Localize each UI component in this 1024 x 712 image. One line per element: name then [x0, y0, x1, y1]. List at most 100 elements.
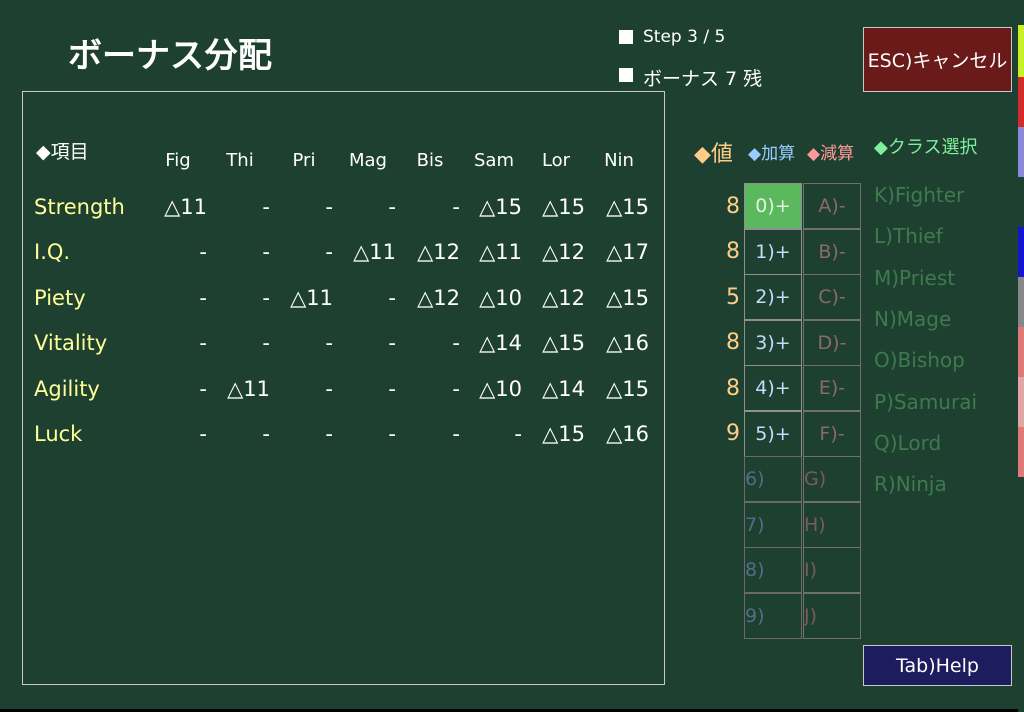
requirement-cell: △12: [417, 286, 460, 310]
subtract-button[interactable]: E)-: [803, 365, 861, 411]
requirement-cell: △15: [606, 286, 649, 310]
add-button[interactable]: 7): [744, 501, 802, 548]
requirement-cell: △12: [417, 240, 460, 264]
edge-strip: [1018, 25, 1024, 77]
requirement-cell: △11: [227, 377, 270, 401]
requirement-cell: △15: [479, 195, 522, 219]
column-header: Thi: [226, 150, 254, 171]
add-button[interactable]: 5)+: [744, 410, 802, 457]
requirement-cell: -: [199, 377, 207, 401]
class-option[interactable]: P)Samurai: [874, 390, 977, 414]
add-button[interactable]: 2)+: [744, 274, 802, 320]
values-header: ◆値: [694, 142, 733, 167]
column-header: Bis: [416, 150, 444, 171]
class-option[interactable]: R)Ninja: [874, 472, 947, 496]
edge-strip: [1018, 227, 1024, 277]
class-option[interactable]: O)Bishop: [874, 348, 965, 372]
cancel-button[interactable]: ESC)キャンセル: [863, 27, 1012, 92]
edge-strip: [1018, 477, 1024, 712]
add-button[interactable]: 6): [744, 456, 802, 502]
requirement-cell: -: [388, 331, 396, 355]
requirement-cell: -: [199, 286, 207, 310]
requirement-cell: △14: [542, 377, 585, 401]
requirement-cell: -: [452, 331, 460, 355]
add-button[interactable]: 1)+: [744, 228, 802, 275]
requirement-cell: -: [325, 240, 333, 264]
requirement-cell: -: [262, 195, 270, 219]
table-header-label: ◆項目: [36, 141, 89, 163]
requirement-cell: △11: [479, 240, 522, 264]
requirement-cell: △16: [606, 422, 649, 446]
page-title: ボーナス分配: [68, 36, 272, 76]
add-button[interactable]: 3)+: [744, 319, 802, 366]
requirement-cell: -: [325, 422, 333, 446]
requirement-cell: -: [262, 331, 270, 355]
bonus-remaining: ボーナス 7 残: [643, 68, 763, 90]
requirement-cell: -: [325, 331, 333, 355]
requirement-cell: △14: [479, 331, 522, 355]
requirement-cell: -: [388, 377, 396, 401]
requirement-cell: -: [514, 422, 522, 446]
help-button[interactable]: Tab)Help: [863, 645, 1012, 686]
requirement-cell: △15: [542, 195, 585, 219]
class-select-header: ◆クラス選択: [874, 137, 978, 158]
requirement-cell: -: [452, 195, 460, 219]
column-header: Pri: [292, 150, 316, 171]
requirement-cell: -: [199, 422, 207, 446]
bonus-bullet-icon: [619, 68, 633, 82]
subtract-button[interactable]: J): [803, 592, 861, 639]
requirement-cell: -: [388, 422, 396, 446]
subtract-button[interactable]: B)-: [803, 228, 861, 275]
subtract-button[interactable]: D)-: [803, 319, 861, 366]
step-bullet-icon: [619, 30, 633, 44]
requirement-cell: △17: [606, 240, 649, 264]
requirement-cell: -: [388, 195, 396, 219]
requirement-cell: -: [199, 331, 207, 355]
stat-label: Agility: [34, 377, 100, 401]
add-button[interactable]: 8): [744, 547, 802, 593]
subtract-button[interactable]: I): [803, 547, 861, 593]
requirement-cell: △12: [542, 240, 585, 264]
add-button[interactable]: 0)+: [744, 183, 802, 229]
step-indicator: Step 3 / 5: [643, 27, 726, 47]
column-header: Lor: [541, 150, 571, 171]
requirement-cell: △15: [606, 377, 649, 401]
edge-strip: [1018, 77, 1024, 127]
class-option[interactable]: K)Fighter: [874, 183, 964, 207]
subtract-button[interactable]: H): [803, 501, 861, 548]
subtract-button[interactable]: G): [803, 456, 861, 502]
stat-value: 8: [726, 194, 740, 219]
requirement-cell: △16: [606, 331, 649, 355]
class-option[interactable]: L)Thief: [874, 224, 943, 248]
edge-strip: [1018, 177, 1024, 227]
stat-label: Strength: [34, 195, 125, 219]
requirement-cell: -: [325, 377, 333, 401]
requirement-cell: -: [199, 240, 207, 264]
class-option[interactable]: M)Priest: [874, 266, 955, 290]
requirement-cell: -: [388, 286, 396, 310]
requirement-cell: △15: [542, 331, 585, 355]
requirement-cell: -: [452, 422, 460, 446]
add-button[interactable]: 9): [744, 592, 802, 639]
subtract-button[interactable]: C)-: [803, 274, 861, 320]
edge-strip: [0, 77, 3, 97]
requirement-cell: △11: [164, 195, 207, 219]
subtract-button[interactable]: A)-: [803, 183, 861, 229]
stat-value: 8: [726, 330, 740, 355]
requirement-cell: -: [262, 286, 270, 310]
stat-value: 8: [726, 376, 740, 401]
class-option[interactable]: Q)Lord: [874, 431, 941, 455]
column-header: Sam: [474, 150, 514, 171]
edge-strip: [1018, 327, 1024, 377]
add-button[interactable]: 4)+: [744, 365, 802, 411]
subtract-button[interactable]: F)-: [803, 410, 861, 457]
stat-label: Vitality: [34, 331, 108, 355]
requirement-cell: -: [262, 240, 270, 264]
sub-header: ◆減算: [807, 144, 855, 164]
class-option[interactable]: N)Mage: [874, 307, 951, 331]
column-header: Fig: [165, 150, 191, 171]
edge-strip: [1018, 0, 1024, 25]
requirement-cell: -: [325, 195, 333, 219]
column-header: Nin: [604, 150, 634, 171]
edge-strip: [1018, 277, 1024, 327]
